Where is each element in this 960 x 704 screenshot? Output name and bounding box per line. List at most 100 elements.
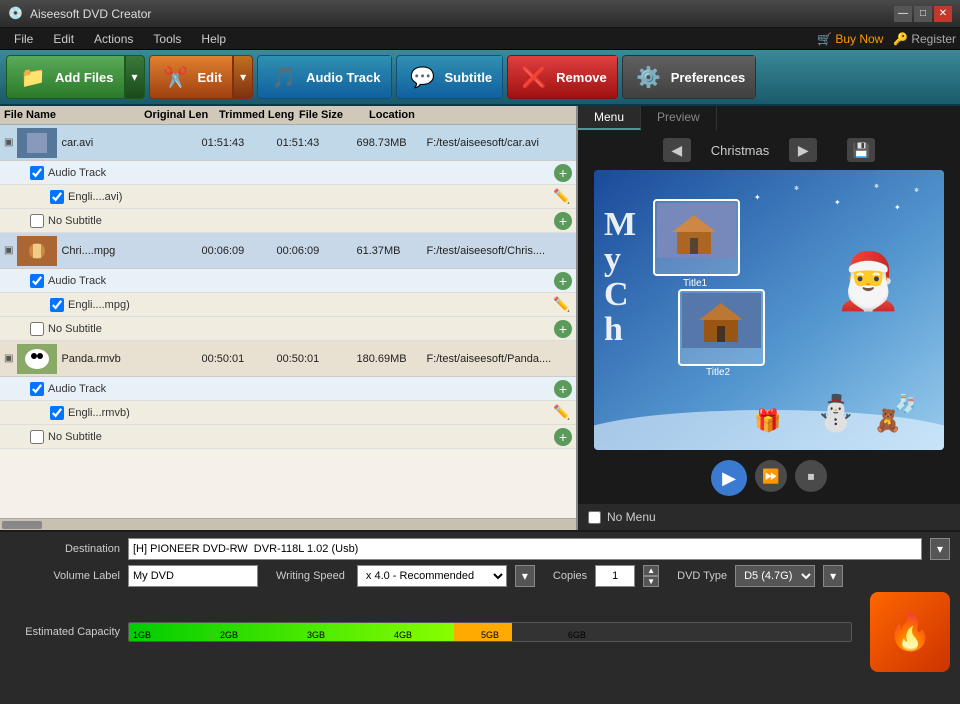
dvd-type-select[interactable]: D5 (4.7G) [735,565,815,587]
subtitle-checkbox[interactable] [30,214,44,228]
file-row-data: car.avi 01:51:43 01:51:43 698.73MB F:/te… [61,137,572,149]
file-orig-len: 00:50:01 [201,353,276,365]
destination-dropdown[interactable]: ▾ [930,538,950,560]
edit-button[interactable]: ✂️ Edit [149,55,234,99]
dvd-type-dropdown[interactable]: ▾ [823,565,843,587]
subtitle-checkbox-3[interactable] [30,430,44,444]
fast-forward-button[interactable]: ⏩ [755,460,787,492]
audio-track-checkbox-2[interactable] [30,274,44,288]
app-icon: 💿 [8,6,24,22]
row-toggle[interactable]: ▣ [4,137,13,148]
preferences-button[interactable]: ⚙️ Preferences [622,55,756,99]
audio-track-checkbox-3[interactable] [30,382,44,396]
add-subtitle-button[interactable]: + [554,212,572,230]
row-toggle[interactable]: ▣ [4,353,13,364]
writing-speed-dropdown[interactable]: ▾ [515,565,535,587]
svg-text:🎁: 🎁 [754,408,781,433]
audio-file-label-2: Engli....mpg) [68,299,130,311]
col-header-trim: Trimmed Leng [219,109,299,121]
row-toggle[interactable]: ▣ [4,245,13,256]
add-subtitle-button-2[interactable]: + [554,320,572,338]
audio-track-checkbox[interactable] [30,166,44,180]
svg-text:h: h [604,311,623,348]
subtitle-button[interactable]: 💬 Subtitle [396,55,504,99]
add-files-dropdown[interactable]: ▾ [125,55,145,99]
file-row[interactable]: ▣ Panda.rmvb 00:50:01 00:50:01 180.69MB … [0,341,576,377]
add-audio-button-3[interactable]: + [554,380,572,398]
audio-file-checkbox[interactable] [50,190,64,204]
audio-file-checkbox-3[interactable] [50,406,64,420]
volume-label: Volume Label [10,570,120,582]
edit-audio-button[interactable]: ✏️ [552,189,572,205]
file-location: F:/test/aiseesoft/Chris.... [426,245,572,257]
edit-audio-button-2[interactable]: ✏️ [552,297,572,313]
register-link[interactable]: 🔑 Register [893,32,956,46]
next-nav-button[interactable]: ▶ [789,138,817,162]
destination-input[interactable] [128,538,922,560]
subtitle-row-3: No Subtitle + [0,425,576,449]
edit-dropdown[interactable]: ▾ [233,55,253,99]
writing-speed-select[interactable]: x 4.0 - Recommended [357,565,507,587]
svg-text:❄: ❄ [794,185,799,192]
capacity-labels: 1GB 2GB 3GB 4GB 5GB 6GB 7GB 8GB 9GB [129,630,851,640]
audio-track-button[interactable]: 🎵 Audio Track [257,55,391,99]
svg-text:M: M [604,206,636,243]
close-button[interactable]: ✕ [934,6,952,22]
svg-text:🎅: 🎅 [834,250,902,313]
svg-text:🧦: 🧦 [894,393,916,415]
add-files-button[interactable]: 📁 Add Files [6,55,125,99]
menu-actions[interactable]: Actions [84,30,143,48]
tab-menu[interactable]: Menu [578,106,641,130]
menu-edit[interactable]: Edit [43,30,84,48]
copies-spinner: ▲ ▼ [643,565,659,587]
writing-speed-label: Writing Speed [276,570,345,582]
thumb-svg-2 [17,236,57,266]
burn-button[interactable]: 🔥 [870,592,950,672]
file-row-data: Panda.rmvb 00:50:01 00:50:01 180.69MB F:… [61,353,572,365]
prev-nav-button[interactable]: ◀ [663,138,691,162]
file-trim-len: 01:51:43 [276,137,356,149]
audio-track-group: 🎵 Audio Track [257,55,391,99]
menu-help[interactable]: Help [191,30,236,48]
svg-text:❄: ❄ [874,183,879,190]
thumb-svg [17,128,57,158]
svg-text:C: C [604,276,629,313]
play-button[interactable]: ▶ [711,460,747,496]
tab-preview[interactable]: Preview [641,106,717,130]
file-location: F:/test/aiseesoft/car.avi [426,137,572,149]
maximize-button[interactable]: □ [914,6,932,22]
menu-tools[interactable]: Tools [143,30,191,48]
add-audio-button[interactable]: + [554,164,572,182]
copies-up-button[interactable]: ▲ [643,565,659,576]
app-title: Aiseesoft DVD Creator [30,7,894,21]
subtitle-icon: 💬 [407,61,439,93]
copies-input[interactable] [595,565,635,587]
copies-down-button[interactable]: ▼ [643,576,659,587]
no-menu-checkbox[interactable] [588,511,601,524]
destination-row: Destination ▾ [10,538,950,560]
audio-file-checkbox-2[interactable] [50,298,64,312]
file-thumbnail [17,344,57,374]
volume-input[interactable] [128,565,258,587]
destination-label: Destination [10,543,120,555]
menu-file[interactable]: File [4,30,43,48]
file-size: 180.69MB [356,353,426,365]
minimize-button[interactable]: — [894,6,912,22]
subtitle-checkbox-2[interactable] [30,322,44,336]
add-subtitle-button-3[interactable]: + [554,428,572,446]
file-row[interactable]: ▣ Chri....mpg 00:06:09 00:06:09 61.37MB … [0,233,576,269]
save-preview-button[interactable]: 💾 [847,138,875,162]
buy-now-link[interactable]: 🛒 Buy Now [817,32,883,46]
add-audio-button-2[interactable]: + [554,272,572,290]
stop-button[interactable]: ⏹ [795,460,827,492]
subtitle-label-3: No Subtitle [48,431,102,443]
add-files-group: 📁 Add Files ▾ [6,55,145,99]
file-row[interactable]: ▣ car.avi 01:51:43 01:51:43 698.73MB F:/… [0,125,576,161]
edit-audio-button-3[interactable]: ✏️ [552,405,572,421]
subtitle-label-2: No Subtitle [48,323,102,335]
copies-label: Copies [553,570,587,582]
remove-button[interactable]: ❌ Remove [507,55,618,99]
file-name: Chri....mpg [61,245,201,257]
horizontal-scrollbar[interactable] [0,518,576,530]
scroll-thumb[interactable] [2,521,42,529]
